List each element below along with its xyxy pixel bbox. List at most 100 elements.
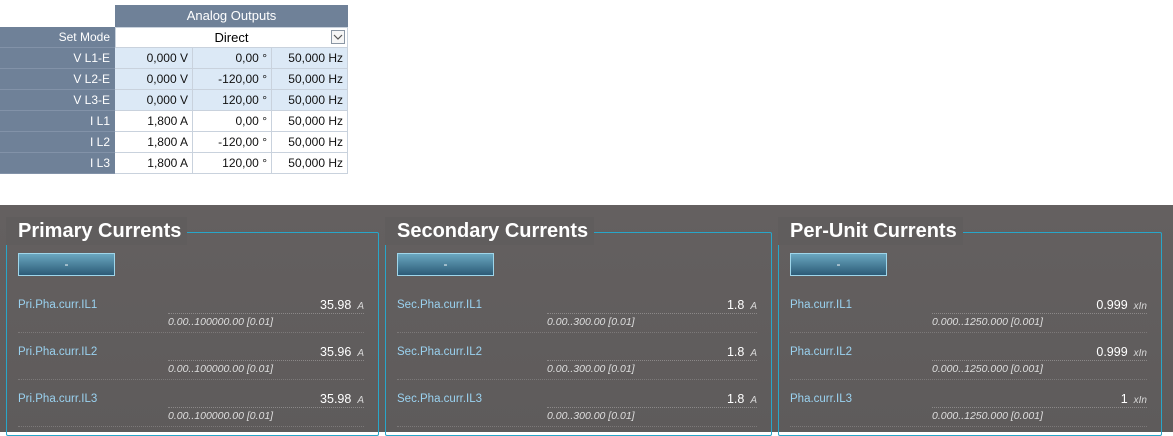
collapse-button[interactable]: - <box>18 253 115 276</box>
set-mode-select[interactable]: Direct <box>115 27 348 48</box>
channel-label: V L2-E <box>0 69 115 90</box>
measurement-item: Pri.Pha.curr.IL2 35.96 A 0.00..100000.00 … <box>18 345 364 389</box>
frequency-cell[interactable]: 50,000 Hz <box>272 48 348 69</box>
analog-output-row: V L1-E 0,000 V 0,00 ° 50,000 Hz <box>0 48 348 69</box>
item-separator <box>18 332 364 333</box>
unit-label: A <box>750 348 757 359</box>
measurement-name[interactable]: Sec.Pha.curr.IL1 <box>397 298 482 312</box>
measurement-item: Pha.curr.IL3 1 xIn 0.000..1250.000 [0.001… <box>790 392 1147 436</box>
channel-label: I L3 <box>0 153 115 174</box>
frequency-cell[interactable]: 50,000 Hz <box>272 111 348 132</box>
analog-outputs-table: Analog Outputs Set Mode Direct V L1-E 0,0… <box>0 5 348 174</box>
magnitude-cell[interactable]: 0,000 V <box>115 48 193 69</box>
angle-cell[interactable]: 0,00 ° <box>193 111 272 132</box>
analog-outputs-title: Analog Outputs <box>115 5 348 27</box>
measurement-item: Sec.Pha.curr.IL2 1.8 A 0.00..300.00 [0.01… <box>397 345 757 389</box>
angle-cell[interactable]: 0,00 ° <box>193 48 272 69</box>
measurement-name[interactable]: Sec.Pha.curr.IL3 <box>397 392 482 406</box>
value-text: 35.96 <box>320 345 352 359</box>
unit-label: A <box>357 395 364 406</box>
panel-title: Per-Unit Currents <box>778 217 963 245</box>
channel-label: V L1-E <box>0 48 115 69</box>
set-mode-value: Direct <box>214 30 249 45</box>
collapse-button[interactable]: - <box>790 253 887 276</box>
item-separator <box>790 426 1147 427</box>
measurement-item: Pri.Pha.curr.IL1 35.98 A 0.00..100000.00 … <box>18 298 364 342</box>
measurement-name[interactable]: Pha.curr.IL2 <box>790 345 852 359</box>
range-label: 0.00..300.00 [0.01] <box>547 410 635 422</box>
range-label: 0.00..300.00 [0.01] <box>547 316 635 328</box>
measurement-value: 1.8 A <box>727 298 757 314</box>
magnitude-cell[interactable]: 1,800 A <box>115 132 193 153</box>
magnitude-cell[interactable]: 1,800 A <box>115 111 193 132</box>
measurement-name[interactable]: Pha.curr.IL3 <box>790 392 852 406</box>
measurement-item: Sec.Pha.curr.IL1 1.8 A 0.00..300.00 [0.01… <box>397 298 757 342</box>
set-mode-label: Set Mode <box>0 27 115 48</box>
unit-label: A <box>357 348 364 359</box>
frequency-cell[interactable]: 50,000 Hz <box>272 132 348 153</box>
value-divider <box>932 407 1147 408</box>
item-separator <box>18 426 364 427</box>
per-unit-currents-panel: Per-Unit Currents - Pha.curr.IL1 0.999 xIn… <box>772 205 1162 436</box>
range-label: 0.000..1250.000 [0.001] <box>932 316 1043 328</box>
measurement-item: Pha.curr.IL1 0.999 xIn 0.000..1250.000 [0… <box>790 298 1147 342</box>
measurement-value: 1.8 A <box>727 392 757 408</box>
unit-label: xIn <box>1133 301 1147 312</box>
item-separator <box>397 379 757 380</box>
item-separator <box>397 332 757 333</box>
measurement-name[interactable]: Pri.Pha.curr.IL3 <box>18 392 97 406</box>
measurement-value: 0.999 xIn <box>1096 345 1147 361</box>
measurement-name[interactable]: Pri.Pha.curr.IL2 <box>18 345 97 359</box>
channel-label: I L2 <box>0 132 115 153</box>
value-text: 35.98 <box>320 392 352 406</box>
value-divider <box>932 360 1147 361</box>
magnitude-cell[interactable]: 0,000 V <box>115 69 193 90</box>
frequency-cell[interactable]: 50,000 Hz <box>272 153 348 174</box>
measurement-value: 35.98 A <box>320 392 364 408</box>
measurement-value: 1.8 A <box>727 345 757 361</box>
analog-output-row: I L1 1,800 A 0,00 ° 50,000 Hz <box>0 111 348 132</box>
frequency-cell[interactable]: 50,000 Hz <box>272 90 348 111</box>
analog-output-row: V L3-E 0,000 V 120,00 ° 50,000 Hz <box>0 90 348 111</box>
measurement-name[interactable]: Sec.Pha.curr.IL2 <box>397 345 482 359</box>
channel-label: I L1 <box>0 111 115 132</box>
magnitude-cell[interactable]: 1,800 A <box>115 153 193 174</box>
value-text: 1.8 <box>726 298 745 312</box>
primary-currents-panel: Primary Currents - Pri.Pha.curr.IL1 35.98… <box>0 205 379 436</box>
magnitude-cell[interactable]: 0,000 V <box>115 90 193 111</box>
panel-title: Secondary Currents <box>385 217 595 245</box>
value-text: 35.98 <box>320 298 352 312</box>
unit-label: A <box>750 395 757 406</box>
measurement-item: Pha.curr.IL2 0.999 xIn 0.000..1250.000 [0… <box>790 345 1147 389</box>
value-text: 1.8 <box>726 392 745 406</box>
range-label: 0.00..100000.00 [0.01] <box>168 363 274 375</box>
collapse-button[interactable]: - <box>397 253 494 276</box>
channel-label: V L3-E <box>0 90 115 111</box>
value-divider <box>547 360 757 361</box>
analog-output-row: V L2-E 0,000 V -120,00 ° 50,000 Hz <box>0 69 348 90</box>
value-divider <box>168 360 364 361</box>
analog-output-row: I L3 1,800 A 120,00 ° 50,000 Hz <box>0 153 348 174</box>
measurement-item: Sec.Pha.curr.IL3 1.8 A 0.00..300.00 [0.01… <box>397 392 757 436</box>
angle-cell[interactable]: -120,00 ° <box>193 69 272 90</box>
angle-cell[interactable]: 120,00 ° <box>193 153 272 174</box>
value-divider <box>547 313 757 314</box>
range-label: 0.00..300.00 [0.01] <box>547 363 635 375</box>
angle-cell[interactable]: 120,00 ° <box>193 90 272 111</box>
measurement-name[interactable]: Pri.Pha.curr.IL1 <box>18 298 97 312</box>
chevron-down-icon[interactable] <box>331 30 345 44</box>
measurement-value: 35.98 A <box>320 298 364 314</box>
angle-cell[interactable]: -120,00 ° <box>193 132 272 153</box>
measurement-value: 1 xIn <box>1121 392 1147 408</box>
frequency-cell[interactable]: 50,000 Hz <box>272 69 348 90</box>
value-divider <box>168 313 364 314</box>
item-separator <box>790 379 1147 380</box>
unit-label: xIn <box>1133 348 1147 359</box>
secondary-currents-panel: Secondary Currents - Sec.Pha.curr.IL1 1.8… <box>379 205 772 436</box>
measurement-name[interactable]: Pha.curr.IL1 <box>790 298 852 312</box>
range-label: 0.00..100000.00 [0.01] <box>168 410 274 422</box>
range-label: 0.000..1250.000 [0.001] <box>932 363 1043 375</box>
measurement-item: Pri.Pha.curr.IL3 35.98 A 0.00..100000.00 … <box>18 392 364 436</box>
value-divider <box>547 407 757 408</box>
unit-label: A <box>357 301 364 312</box>
